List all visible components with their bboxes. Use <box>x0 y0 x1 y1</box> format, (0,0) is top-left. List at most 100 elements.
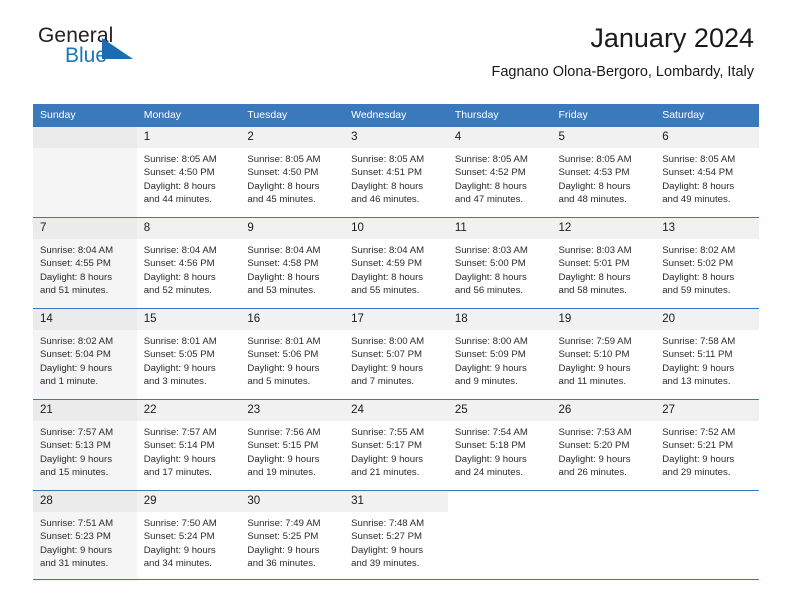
sunset-text: Sunset: 5:09 PM <box>454 349 526 361</box>
day-cell-10[interactable]: 10 Sunrise: 8:04 AM Sunset: 4:59 PM Dayligh… <box>344 218 448 308</box>
daylight-text: Daylight: 8 hours <box>40 271 112 283</box>
day-cell-19[interactable]: 19 Sunrise: 7:59 AM Sunset: 5:10 PM Dayligh… <box>551 309 656 399</box>
daylight-text: Daylight: 8 hours <box>143 180 216 192</box>
sunset-text: Sunset: 4:52 PM <box>454 167 526 179</box>
daylight-text: Daylight: 8 hours <box>454 180 527 192</box>
sunset-text: Sunset: 5:10 PM <box>558 349 630 361</box>
calendar-cell: 23 Sunrise: 7:56 AM Sunset: 5:15 PM Dayligh… <box>240 399 345 491</box>
day-cell-28[interactable]: 28 Sunrise: 7:51 AM Sunset: 5:23 PM Dayligh… <box>33 491 137 581</box>
calendar-cell: 30 Sunrise: 7:49 AM Sunset: 5:25 PM Dayligh… <box>240 490 345 581</box>
calendar-week-row: 28 Sunrise: 7:51 AM Sunset: 5:23 PM Dayligh… <box>33 490 759 581</box>
day-cell-4[interactable]: 4 Sunrise: 8:05 AM Sunset: 4:52 PM Daylight… <box>447 127 552 217</box>
day-cell-17[interactable]: 17 Sunrise: 8:00 AM Sunset: 5:07 PM Dayligh… <box>344 309 448 399</box>
daylight-text: Daylight: 9 hours <box>558 453 631 465</box>
day-details: Sunrise: 8:04 AM Sunset: 4:58 PM Daylight:… <box>240 239 344 297</box>
daylight-text: Daylight: 9 hours <box>40 362 112 374</box>
calendar-week-row: 1 Sunrise: 8:05 AM Sunset: 4:50 PM Daylight… <box>33 127 759 218</box>
day-cell-5[interactable]: 5 Sunrise: 8:05 AM Sunset: 4:53 PM Daylight… <box>551 127 656 217</box>
sunrise-text: Sunrise: 7:53 AM <box>558 427 632 438</box>
sunset-text: Sunset: 4:50 PM <box>247 167 319 179</box>
daylight-text: and 48 minutes. <box>558 193 627 205</box>
sunset-text: Sunset: 5:05 PM <box>143 349 215 361</box>
daylight-text: Daylight: 9 hours <box>351 362 424 374</box>
sunset-text: Sunset: 5:01 PM <box>558 258 630 270</box>
day-details: Sunrise: 8:01 AM Sunset: 5:05 PM Daylight:… <box>137 330 241 388</box>
page-title: January 2024 <box>590 23 754 53</box>
sunset-text: Sunset: 5:07 PM <box>351 349 423 361</box>
day-cell-16[interactable]: 16 Sunrise: 8:01 AM Sunset: 5:06 PM Dayligh… <box>240 309 345 399</box>
daylight-text: and 15 minutes. <box>40 466 109 478</box>
weekday-header-saturday: Saturday <box>655 104 759 127</box>
daylight-text: Daylight: 9 hours <box>558 362 631 374</box>
sunset-text: Sunset: 5:21 PM <box>662 440 734 452</box>
day-number: 3 <box>344 127 448 148</box>
day-cell-30[interactable]: 30 Sunrise: 7:49 AM Sunset: 5:25 PM Dayligh… <box>240 491 345 581</box>
day-cell-31[interactable]: 31 Sunrise: 7:48 AM Sunset: 5:27 PM Dayligh… <box>344 491 448 581</box>
day-number: 22 <box>136 400 241 421</box>
day-cell-3[interactable]: 3 Sunrise: 8:05 AM Sunset: 4:51 PM Daylight… <box>344 127 448 217</box>
day-number <box>552 491 656 512</box>
day-cell-14[interactable]: 14 Sunrise: 8:02 AM Sunset: 5:04 PM Dayligh… <box>33 309 137 399</box>
day-cell-26[interactable]: 26 Sunrise: 7:53 AM Sunset: 5:20 PM Dayligh… <box>551 400 656 490</box>
day-cell-23[interactable]: 23 Sunrise: 7:56 AM Sunset: 5:15 PM Dayligh… <box>240 400 345 490</box>
day-details: Sunrise: 8:00 AM Sunset: 5:09 PM Daylight:… <box>448 330 552 388</box>
day-cell-empty <box>552 491 656 581</box>
day-number <box>448 491 552 512</box>
sunset-text: Sunset: 5:15 PM <box>247 440 319 452</box>
day-details: Sunrise: 8:04 AM Sunset: 4:55 PM Daylight:… <box>33 239 137 297</box>
day-cell-8[interactable]: 8 Sunrise: 8:04 AM Sunset: 4:56 PM Daylight… <box>136 218 241 308</box>
day-details: Sunrise: 8:05 AM Sunset: 4:50 PM Daylight:… <box>137 148 241 206</box>
daylight-text: and 58 minutes. <box>558 284 627 296</box>
day-cell-7[interactable]: 7 Sunrise: 8:04 AM Sunset: 4:55 PM Daylight… <box>33 218 137 308</box>
day-details: Sunrise: 7:49 AM Sunset: 5:25 PM Daylight:… <box>240 512 344 570</box>
daylight-text: Daylight: 8 hours <box>662 180 735 192</box>
day-cell-12[interactable]: 12 Sunrise: 8:03 AM Sunset: 5:01 PM Dayligh… <box>551 218 656 308</box>
calendar-cell <box>33 127 137 218</box>
day-cell-9[interactable]: 9 Sunrise: 8:04 AM Sunset: 4:58 PM Daylight… <box>240 218 345 308</box>
day-number: 28 <box>33 491 137 512</box>
day-cell-6[interactable]: 6 Sunrise: 8:05 AM Sunset: 4:54 PM Daylight… <box>655 127 759 217</box>
sunset-text: Sunset: 5:18 PM <box>454 440 526 452</box>
sunset-text: Sunset: 5:14 PM <box>143 440 215 452</box>
day-cell-13[interactable]: 13 Sunrise: 8:02 AM Sunset: 5:02 PM Dayligh… <box>655 218 759 308</box>
calendar-cell: 20 Sunrise: 7:58 AM Sunset: 5:11 PM Dayligh… <box>655 308 759 400</box>
sunset-text: Sunset: 4:59 PM <box>351 258 423 270</box>
sunrise-text: Sunrise: 8:05 AM <box>247 154 321 165</box>
page-subtitle: Fagnano Olona-Bergoro, Lombardy, Italy <box>491 64 755 80</box>
day-cell-27[interactable]: 27 Sunrise: 7:52 AM Sunset: 5:21 PM Dayligh… <box>655 400 759 490</box>
calendar-cell: 1 Sunrise: 8:05 AM Sunset: 4:50 PM Daylight… <box>136 127 241 218</box>
sunset-text: Sunset: 4:55 PM <box>40 258 111 270</box>
sunrise-text: Sunrise: 8:05 AM <box>662 154 736 165</box>
day-number: 18 <box>447 309 552 330</box>
day-cell-22[interactable]: 22 Sunrise: 7:57 AM Sunset: 5:14 PM Dayligh… <box>136 400 241 490</box>
sunrise-text: Sunrise: 8:05 AM <box>351 154 425 165</box>
sunset-text: Sunset: 4:53 PM <box>558 167 630 179</box>
sunrise-text: Sunrise: 7:57 AM <box>40 427 114 438</box>
day-cell-21[interactable]: 21 Sunrise: 7:57 AM Sunset: 5:13 PM Dayligh… <box>33 400 137 490</box>
calendar-cell: 22 Sunrise: 7:57 AM Sunset: 5:14 PM Dayligh… <box>136 399 241 491</box>
daylight-text: and 31 minutes. <box>40 557 109 569</box>
day-cell-1[interactable]: 1 Sunrise: 8:05 AM Sunset: 4:50 PM Daylight… <box>136 127 241 217</box>
calendar-cell: 14 Sunrise: 8:02 AM Sunset: 5:04 PM Dayligh… <box>33 308 137 400</box>
sunset-text: Sunset: 5:04 PM <box>40 349 111 361</box>
day-cell-15[interactable]: 15 Sunrise: 8:01 AM Sunset: 5:05 PM Dayligh… <box>136 309 241 399</box>
day-number: 2 <box>240 127 345 148</box>
sunrise-text: Sunrise: 7:50 AM <box>143 518 217 529</box>
day-cell-29[interactable]: 29 Sunrise: 7:50 AM Sunset: 5:24 PM Dayligh… <box>136 491 241 581</box>
daylight-text: and 21 minutes. <box>351 466 420 478</box>
sunset-text: Sunset: 5:24 PM <box>143 531 215 543</box>
calendar-cell: 2 Sunrise: 8:05 AM Sunset: 4:50 PM Daylight… <box>240 127 345 218</box>
daylight-text: and 52 minutes. <box>143 284 212 296</box>
calendar-cell: 28 Sunrise: 7:51 AM Sunset: 5:23 PM Dayligh… <box>33 490 137 581</box>
calendar-cell: 15 Sunrise: 8:01 AM Sunset: 5:05 PM Dayligh… <box>136 308 241 400</box>
daylight-text: Daylight: 9 hours <box>143 544 216 556</box>
day-cell-25[interactable]: 25 Sunrise: 7:54 AM Sunset: 5:18 PM Dayligh… <box>447 400 552 490</box>
day-cell-20[interactable]: 20 Sunrise: 7:58 AM Sunset: 5:11 PM Dayligh… <box>655 309 759 399</box>
weekday-header-monday: Monday <box>136 104 241 127</box>
day-cell-18[interactable]: 18 Sunrise: 8:00 AM Sunset: 5:09 PM Dayligh… <box>447 309 552 399</box>
day-cell-empty <box>448 491 552 581</box>
day-cell-11[interactable]: 11 Sunrise: 8:03 AM Sunset: 5:00 PM Dayligh… <box>447 218 552 308</box>
sunrise-text: Sunrise: 8:04 AM <box>40 245 114 256</box>
day-cell-2[interactable]: 2 Sunrise: 8:05 AM Sunset: 4:50 PM Daylight… <box>240 127 345 217</box>
day-cell-24[interactable]: 24 Sunrise: 7:55 AM Sunset: 5:17 PM Dayligh… <box>344 400 448 490</box>
